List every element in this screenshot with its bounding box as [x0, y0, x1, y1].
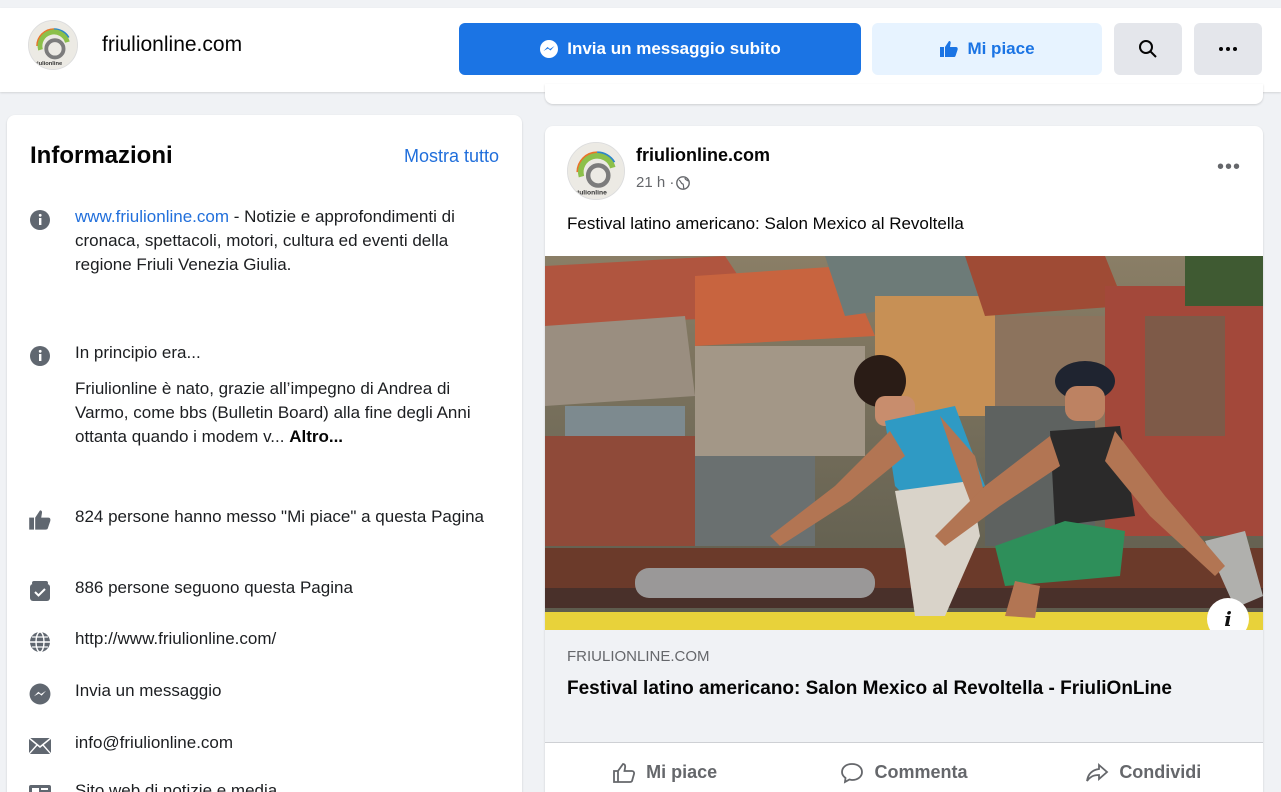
more-dots-icon	[1219, 47, 1237, 51]
search-icon	[1139, 40, 1157, 58]
info-icon	[25, 341, 55, 371]
category-link[interactable]: Sito web di notizie e media	[75, 779, 277, 792]
thumbs-up-icon	[25, 505, 55, 535]
share-icon	[1086, 762, 1109, 782]
followers-row: 886 persone seguono questa Pagina	[25, 576, 505, 606]
likes-count: 824 persone hanno messo "Mi piace" a que…	[75, 507, 485, 526]
info-card: Informazioni Mostra tutto www.friulionli…	[7, 115, 522, 792]
messenger-icon	[25, 679, 55, 709]
show-all-link[interactable]: Mostra tutto	[404, 146, 499, 167]
like-page-button[interactable]: Mi piace	[872, 23, 1102, 75]
friulionline-logo-icon: friulionline	[568, 143, 624, 199]
email-row: info@friulionline.com	[25, 731, 505, 761]
link-preview[interactable]: FRIULIONLINE.COM Festival latino america…	[545, 630, 1263, 742]
messenger-icon	[540, 40, 559, 58]
post-meta: 21 h ·	[636, 174, 691, 191]
post-image[interactable]: i	[545, 256, 1263, 630]
followers-count: 886 persone seguono questa Pagina	[75, 578, 353, 597]
follow-check-icon	[25, 576, 55, 606]
link-title[interactable]: Festival latino americano: Salon Mexico …	[567, 676, 1227, 702]
like-post-button[interactable]: Mi piace	[545, 743, 784, 792]
url-row: http://www.friulionline.com/	[25, 627, 505, 657]
search-button[interactable]	[1114, 23, 1182, 75]
news-category-icon	[25, 779, 55, 792]
website-link[interactable]: www.friulionline.com	[75, 207, 229, 226]
post-photo	[545, 256, 1263, 630]
page-avatar[interactable]: friulionline	[28, 20, 78, 70]
page-header: friulionline friulionline.com Invia un m…	[0, 8, 1281, 92]
email-link[interactable]: info@friulionline.com	[75, 731, 233, 761]
friulionline-logo-icon: friulionline	[29, 21, 77, 69]
post-actions: Mi piace Commenta Condividi	[545, 742, 1263, 792]
post-time[interactable]: 21 h ·	[636, 174, 674, 191]
history-title: In principio era...	[75, 343, 201, 362]
svg-text:friulionline: friulionline	[33, 61, 62, 67]
send-message-link[interactable]: Invia un messaggio	[75, 679, 221, 709]
post-author-avatar[interactable]: friulionline	[567, 142, 625, 200]
link-domain: FRIULIONLINE.COM	[567, 648, 710, 665]
message-row: Invia un messaggio	[25, 679, 505, 709]
page-name[interactable]: friulionline.com	[102, 33, 242, 57]
post-card: friulionline friulionline.com 21 h · •••…	[545, 126, 1263, 792]
more-options-button[interactable]	[1194, 23, 1262, 75]
like-post-label: Mi piace	[646, 762, 718, 782]
comment-icon	[841, 762, 864, 784]
envelope-icon	[25, 731, 55, 761]
info-title: Informazioni	[30, 142, 173, 169]
send-message-label: Invia un messaggio subito	[567, 39, 781, 58]
thumbs-up-outline-icon	[613, 762, 636, 783]
globe-icon	[25, 627, 55, 657]
comment-label: Commenta	[874, 762, 968, 782]
info-icon	[25, 205, 55, 235]
history-text: Friulionline è nato, grazie all’impegno …	[75, 379, 471, 446]
info-history-row: In principio era...	[25, 341, 505, 371]
like-page-label: Mi piace	[967, 39, 1035, 58]
page-brand[interactable]: friulionline friulionline.com	[28, 20, 242, 70]
share-button[interactable]: Condividi	[1024, 743, 1263, 792]
globe-icon	[676, 175, 691, 190]
info-description-row: www.friulionline.com - Notizie e approfo…	[25, 205, 505, 277]
post-options-icon[interactable]: •••	[1217, 156, 1241, 179]
category-row: Sito web di notizie e media	[25, 779, 505, 792]
thumbs-up-icon	[940, 41, 959, 57]
comment-button[interactable]: Commenta	[784, 743, 1023, 792]
send-message-button[interactable]: Invia un messaggio subito	[459, 23, 861, 75]
page-description: www.friulionline.com - Notizie e approfo…	[75, 207, 455, 274]
share-label: Condividi	[1119, 762, 1202, 782]
previous-card-bottom	[545, 84, 1263, 104]
post-author-name[interactable]: friulionline.com	[636, 145, 770, 166]
website-url-link[interactable]: http://www.friulionline.com/	[75, 627, 276, 657]
read-more-link[interactable]: Altro...	[289, 427, 343, 446]
post-text: Festival latino americano: Salon Mexico …	[567, 214, 964, 233]
svg-text:friulionline: friulionline	[572, 190, 607, 197]
likes-row: 824 persone hanno messo "Mi piace" a que…	[25, 505, 505, 535]
